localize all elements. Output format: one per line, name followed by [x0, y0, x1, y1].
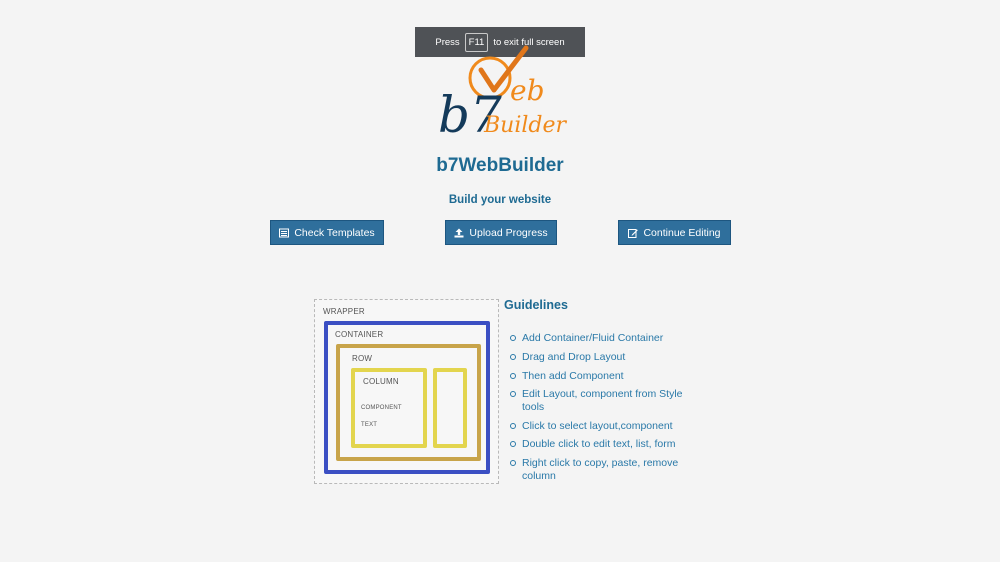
continue-editing-label: Continue Editing [643, 226, 721, 239]
continue-editing-button[interactable]: Continue Editing [618, 220, 731, 245]
bullet-icon [510, 391, 516, 398]
upload-icon [454, 228, 464, 237]
bullet-icon [510, 441, 516, 448]
list-item: Drag and Drop Layout [504, 351, 704, 364]
list-item: Right click to copy, paste, remove colum… [504, 457, 704, 482]
logo-eb: eb [510, 74, 545, 107]
guidelines-panel: Guidelines Add Container/Fluid Container… [504, 298, 704, 489]
guidelines-title: Guidelines [504, 298, 568, 312]
logo-b: b [438, 86, 470, 140]
list-item: Add Container/Fluid Container [504, 332, 704, 345]
list-item: Then add Component [504, 370, 704, 383]
upload-progress-button[interactable]: Upload Progress [445, 220, 557, 245]
upload-progress-label: Upload Progress [469, 226, 548, 239]
diagram-row-label: ROW [352, 354, 373, 363]
guideline-text: Drag and Drop Layout [522, 350, 626, 363]
diagram-container-label: CONTAINER [335, 330, 384, 339]
list-item: Edit Layout, component from Style tools [504, 388, 704, 413]
check-templates-button[interactable]: Check Templates [270, 220, 384, 245]
guideline-text: Double click to edit text, list, form [522, 438, 676, 451]
app-title: b7WebBuilder [436, 155, 564, 176]
guideline-text: Add Container/Fluid Container [522, 332, 664, 344]
list-icon [279, 228, 290, 237]
diagram-column-label: COLUMN [363, 377, 399, 386]
check-templates-label: Check Templates [294, 226, 375, 239]
guideline-text: Right click to copy, paste, remove colum… [522, 457, 679, 482]
bullet-icon [510, 335, 516, 341]
bullet-icon [510, 422, 516, 429]
diagram-column-box-2 [433, 368, 467, 448]
guideline-text: Then add Component [522, 369, 624, 382]
edit-icon [628, 228, 639, 238]
guideline-text: Edit Layout, component from Style tools [522, 388, 683, 413]
bullet-icon [510, 372, 516, 379]
guideline-text: Click to select layout,component [522, 419, 673, 432]
bullet-icon [510, 460, 516, 467]
logo-builder: Builder [483, 113, 568, 138]
logo-graphic: b 7 eb Builder [438, 45, 568, 144]
b7webbuilder-logo: b 7 eb Builder [436, 44, 568, 144]
diagram-text-label: TEXT [361, 422, 378, 428]
bullet-icon [510, 353, 516, 360]
guidelines-list: Add Container/Fluid Container Drag and D… [504, 332, 704, 482]
list-item: Click to select layout,component [504, 420, 704, 433]
diagram-component-label: COMPONENT [361, 405, 402, 411]
diagram-wrapper-label: WRAPPER [323, 307, 365, 316]
app-subtitle: Build your website [448, 194, 552, 206]
list-item: Double click to edit text, list, form [504, 438, 704, 451]
layout-diagram: WRAPPER CONTAINER ROW COLUMN COMPONENT T… [314, 299, 499, 484]
